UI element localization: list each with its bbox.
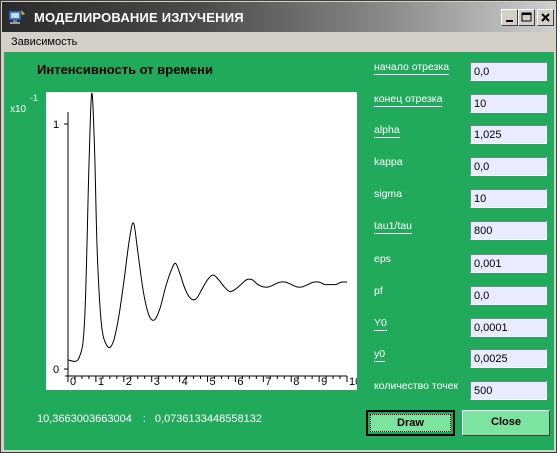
draw-button[interactable]: Draw: [366, 410, 455, 436]
x-tick-label: 10: [349, 376, 357, 388]
plot-area[interactable]: 0 1 2 3 4 5 6 7 8 9 10 0 1: [46, 92, 361, 390]
app-icon: [8, 10, 25, 24]
x-tick-label: 1: [98, 376, 104, 388]
x-tick-label: 4: [182, 376, 188, 388]
x-tick-label: 6: [237, 376, 243, 388]
cursor-x-value: 10,3663003663004: [37, 413, 132, 425]
param-label-7: pf: [374, 285, 383, 297]
draw-button-label: Draw: [370, 414, 451, 432]
param-label-6: eps: [374, 253, 391, 265]
param-input-0[interactable]: 0,0: [470, 62, 547, 81]
chart-svg: 0 1 2 3 4 5 6 7 8 9 10 0 1: [53, 92, 361, 388]
x-tick-label: 5: [210, 376, 216, 388]
param-input-7[interactable]: 0,0: [470, 286, 547, 305]
y-scale-exponent: -1: [30, 93, 39, 103]
x-tick-label: 2: [126, 376, 132, 388]
param-label-10: количество точек: [374, 380, 459, 392]
param-label-8: Y0: [374, 317, 387, 331]
param-label-9: y0: [374, 348, 386, 362]
param-label-3: kappa: [374, 156, 403, 168]
close-window-button[interactable]: [537, 9, 554, 26]
menu-bar: Зависимость: [2, 32, 555, 52]
param-label-4: sigma: [374, 188, 403, 200]
maximize-icon: [521, 12, 532, 22]
param-input-8[interactable]: 0,0001: [470, 318, 547, 337]
maximize-button[interactable]: [518, 9, 535, 26]
window-title: МОДЕЛИРОВАНИЕ ИЗЛУЧЕНИЯ: [34, 10, 244, 25]
param-input-2[interactable]: 1,025: [470, 125, 547, 144]
minimize-button[interactable]: [501, 9, 518, 26]
x-tick-label: 0: [70, 376, 76, 388]
x-tick-label: 8: [293, 376, 299, 388]
param-label-2: alpha: [374, 124, 400, 138]
cursor-coordinates: 10,3663003663004:0,0736133448558132: [37, 413, 262, 425]
y-scale-label: x10: [10, 104, 27, 115]
x-tick-label: 9: [321, 376, 327, 388]
param-input-6[interactable]: 0,001: [470, 254, 547, 273]
param-input-10[interactable]: 500: [470, 381, 547, 400]
param-label-0: начало отрезка: [374, 61, 450, 75]
param-input-5[interactable]: 800: [470, 221, 547, 240]
series-line: [67, 92, 348, 362]
param-input-9[interactable]: 0,0025: [470, 349, 547, 368]
chart-title: Интенсивность от времени: [37, 62, 213, 77]
coord-separator: :: [142, 413, 146, 425]
minimize-icon: [506, 20, 513, 22]
x-tick-label: 7: [265, 376, 271, 388]
cursor-y-value: 0,0736133448558132: [154, 413, 262, 425]
param-input-4[interactable]: 10: [470, 189, 547, 208]
param-input-3[interactable]: 0,0: [470, 157, 547, 176]
param-label-5: tau1/tau: [374, 220, 412, 234]
y-tick-label: 1: [53, 119, 59, 131]
y-tick-label: 0: [53, 364, 59, 376]
param-input-1[interactable]: 10: [470, 94, 547, 113]
x-tick-label: 3: [154, 376, 160, 388]
menu-dependency[interactable]: Зависимость: [11, 36, 77, 48]
close-button[interactable]: Close: [462, 410, 550, 436]
close-icon: [541, 13, 550, 22]
title-bar[interactable]: МОДЕЛИРОВАНИЕ ИЗЛУЧЕНИЯ: [2, 2, 555, 32]
param-label-1: конец отрезка: [374, 93, 443, 107]
